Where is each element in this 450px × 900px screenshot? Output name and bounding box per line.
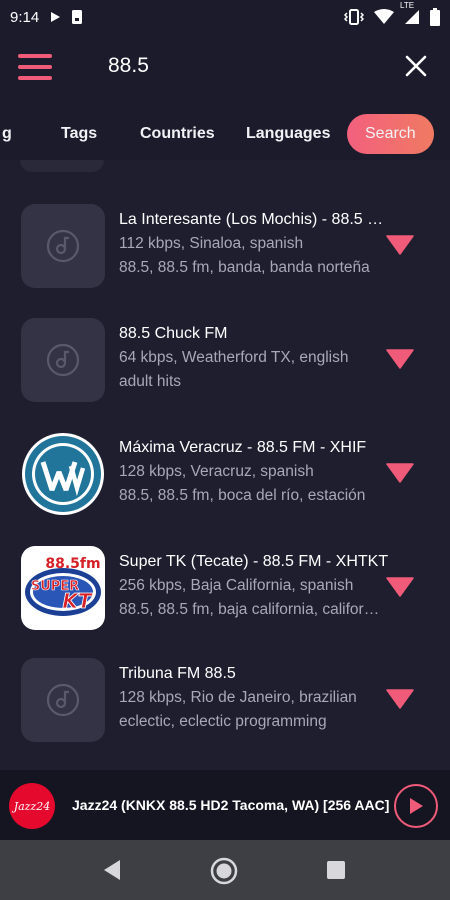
station-meta: 256 kbps, Baja California, spanish: [119, 577, 354, 594]
tab-languages[interactable]: Languages: [246, 114, 330, 154]
favorite-heart-icon[interactable]: [386, 577, 414, 597]
list-item[interactable]: Máxima Veracruz - 88.5 FM - XHIF 128 kbp…: [0, 432, 450, 544]
signal-icon: LTE: [400, 1, 420, 25]
now-playing-title: Jazz24 (KNKX 88.5 HD2 Tacoma, WA) [256 A…: [72, 797, 390, 813]
favorite-heart-icon[interactable]: [386, 235, 414, 255]
list-item-partial: [20, 160, 104, 172]
recent-apps-icon[interactable]: [327, 861, 345, 879]
close-icon[interactable]: [404, 54, 428, 78]
category-tabs: g Tags Countries Languages Search: [0, 108, 450, 160]
now-playing-bar[interactable]: Jazz24 Jazz24 (KNKX 88.5 HD2 Tacoma, WA)…: [0, 770, 450, 840]
list-item[interactable]: Tribuna FM 88.5 128 kbps, Rio de Janeiro…: [0, 658, 450, 770]
station-tags: 88.5, 88.5 fm, baja california, californ…: [119, 601, 384, 618]
station-tags: adult hits: [119, 373, 182, 390]
status-bar: 9:14 LTE: [0, 0, 450, 34]
station-logo: Jazz24: [9, 783, 55, 829]
music-placeholder-icon: [21, 204, 105, 288]
system-nav-bar: [0, 840, 450, 900]
favorite-heart-icon[interactable]: [386, 349, 414, 369]
station-tags: 88.5, 88.5 fm, boca del río, estación: [119, 487, 366, 504]
wordpress-logo-icon: [21, 432, 105, 516]
station-meta: 64 kbps, Weatherford TX, english: [119, 349, 349, 366]
notification-icon: [71, 9, 83, 25]
favorite-heart-icon[interactable]: [386, 689, 414, 709]
search-header: 88.5: [0, 34, 450, 100]
station-meta: 112 kbps, Sinaloa, spanish: [119, 235, 304, 252]
station-list: La Interesante (Los Mochis) - 88.5 FM 11…: [0, 160, 450, 770]
search-input[interactable]: 88.5: [108, 54, 149, 78]
status-time: 9:14: [10, 8, 40, 26]
station-title: Máxima Veracruz - 88.5 FM - XHIF: [119, 439, 367, 456]
list-item[interactable]: 88.5fm SUPER KT Super TK (Tecate) - 88.5…: [0, 546, 450, 658]
station-tags: eclectic, eclectic programming: [119, 713, 327, 730]
station-meta: 128 kbps, Veracruz, spanish: [119, 463, 314, 480]
super-tk-logo-text-top: 88.5fm: [45, 556, 100, 572]
play-button[interactable]: [394, 784, 438, 828]
tab-partial[interactable]: g: [2, 114, 12, 154]
list-item[interactable]: 88.5 Chuck FM 64 kbps, Weatherford TX, e…: [0, 318, 450, 430]
station-title: Super TK (Tecate) - 88.5 FM - XHTKT: [119, 553, 389, 570]
station-meta: 128 kbps, Rio de Janeiro, brazilian: [119, 689, 357, 706]
home-icon[interactable]: [209, 856, 239, 891]
list-item[interactable]: La Interesante (Los Mochis) - 88.5 FM 11…: [0, 204, 450, 316]
station-title: La Interesante (Los Mochis) - 88.5 FM: [119, 211, 389, 228]
menu-icon[interactable]: [18, 54, 52, 80]
tab-tags[interactable]: Tags: [61, 114, 97, 154]
music-placeholder-icon: [21, 318, 105, 402]
super-tk-logo-text-bot: KT: [62, 589, 92, 613]
play-icon: [410, 798, 423, 814]
music-placeholder-icon: [21, 658, 105, 742]
tab-countries[interactable]: Countries: [140, 114, 215, 154]
station-title: 88.5 Chuck FM: [119, 325, 228, 342]
back-icon[interactable]: [102, 859, 122, 886]
favorite-heart-icon[interactable]: [386, 463, 414, 483]
station-title: Tribuna FM 88.5: [119, 665, 236, 682]
network-label: LTE: [400, 1, 415, 10]
play-store-icon: [49, 11, 61, 23]
battery-icon: [430, 8, 440, 26]
station-tags: 88.5, 88.5 fm, banda, banda norteña: [119, 259, 370, 276]
vibrate-icon: [344, 9, 364, 25]
tab-search[interactable]: Search: [347, 114, 434, 154]
super-tk-logo-icon: 88.5fm SUPER KT: [21, 546, 105, 630]
wifi-icon: [374, 9, 394, 25]
